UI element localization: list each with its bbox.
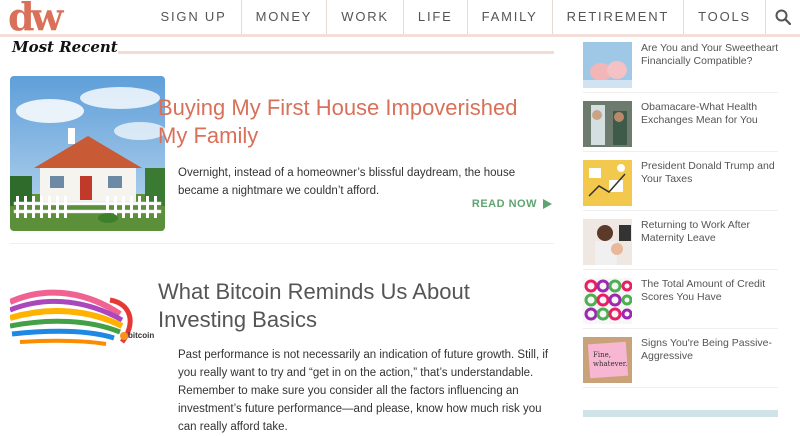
nav-money[interactable]: MONEY	[240, 0, 327, 34]
read-more-label: READ NOW	[471, 198, 537, 210]
sidebar-item[interactable]: Fine, whatever. Signs You're Being Passi…	[583, 335, 778, 388]
nav-sign-up[interactable]: SIGN UP	[147, 0, 241, 34]
sidebar-item[interactable]: Obamacare-What Health Exchanges Mean for…	[583, 99, 778, 152]
article-excerpt: Overnight, instead of a homeowner’s blis…	[178, 167, 516, 197]
mother-baby-photo	[583, 219, 632, 265]
credit-score-icon	[583, 278, 632, 324]
sidebar-item[interactable]: Are You and Your Sweetheart Financially …	[583, 40, 778, 93]
article-title[interactable]: Buying My First House Impoverished My Fa…	[158, 94, 548, 150]
site-header: dw SIGN UP MONEY WORK LIFE FAMILY RETIRE…	[0, 0, 800, 39]
sticky-note-photo: Fine, whatever.	[583, 337, 632, 383]
taxes-illustration	[583, 160, 632, 206]
sidebar-item[interactable]: President Donald Trump and Your Taxes	[583, 158, 778, 211]
play-arrow-icon	[543, 199, 552, 209]
doctor-photo	[583, 101, 632, 147]
sidebar-item-title: Signs You're Being Passive-Aggressive	[641, 337, 773, 362]
main-nav: SIGN UP MONEY WORK LIFE FAMILY RETIREMEN…	[147, 0, 800, 34]
header-divider	[0, 34, 800, 37]
nav-work[interactable]: WORK	[326, 0, 403, 34]
sidebar-item-title: Are You and Your Sweetheart Financially …	[641, 42, 779, 67]
sidebar-item-title: President Donald Trump and Your Taxes	[641, 160, 775, 185]
article-title[interactable]: What Bitcoin Reminds Us About Investing …	[158, 278, 550, 334]
sidebar-item-title: The Total Amount of Credit Scores You Ha…	[641, 278, 766, 303]
section-rule	[118, 51, 554, 54]
credit-score-dials	[583, 278, 632, 324]
article-card: Buying My First House Impoverished My Fa…	[10, 76, 554, 242]
nav-family[interactable]: FAMILY	[466, 0, 552, 34]
search-icon	[775, 9, 791, 25]
search-button[interactable]	[765, 0, 800, 34]
bitcoin-illustration-icon	[10, 289, 133, 346]
nav-life[interactable]: LIFE	[402, 0, 467, 34]
sidebar-item-title: Obamacare-What Health Exchanges Mean for…	[641, 101, 758, 126]
bitcoin-caption: bitcoin	[128, 331, 155, 340]
sidebar-item[interactable]: Returning to Work After Maternity Leave	[583, 217, 778, 270]
article-card: bitcoin What Bitcoin Reminds Us About In…	[10, 270, 554, 433]
mother-baby-icon	[583, 219, 632, 265]
article-divider	[10, 243, 554, 244]
taxes-icon	[583, 160, 632, 206]
sticky-note-text: Fine, whatever.	[593, 351, 628, 368]
piggy-banks-photo	[583, 42, 632, 88]
doctor-icon	[583, 101, 632, 147]
section-title: Most Recent	[12, 38, 118, 56]
nav-retirement[interactable]: RETIREMENT	[551, 0, 684, 34]
sidebar-item[interactable]: The Total Amount of Credit Scores You Ha…	[583, 276, 778, 329]
bitcoin-illustration[interactable]: bitcoin	[10, 284, 165, 354]
piggy-bank-icon	[583, 42, 632, 88]
sidebar-item-title: Returning to Work After Maternity Leave	[641, 219, 750, 244]
nav-tools[interactable]: TOOLS	[683, 0, 765, 34]
read-more-link[interactable]: READ NOW	[472, 198, 552, 210]
sidebar-bottom-band	[583, 410, 778, 417]
house-photo-icon	[10, 76, 165, 231]
house-photo[interactable]	[10, 76, 165, 231]
article-excerpt: Past performance is not necessarily an i…	[178, 349, 549, 433]
